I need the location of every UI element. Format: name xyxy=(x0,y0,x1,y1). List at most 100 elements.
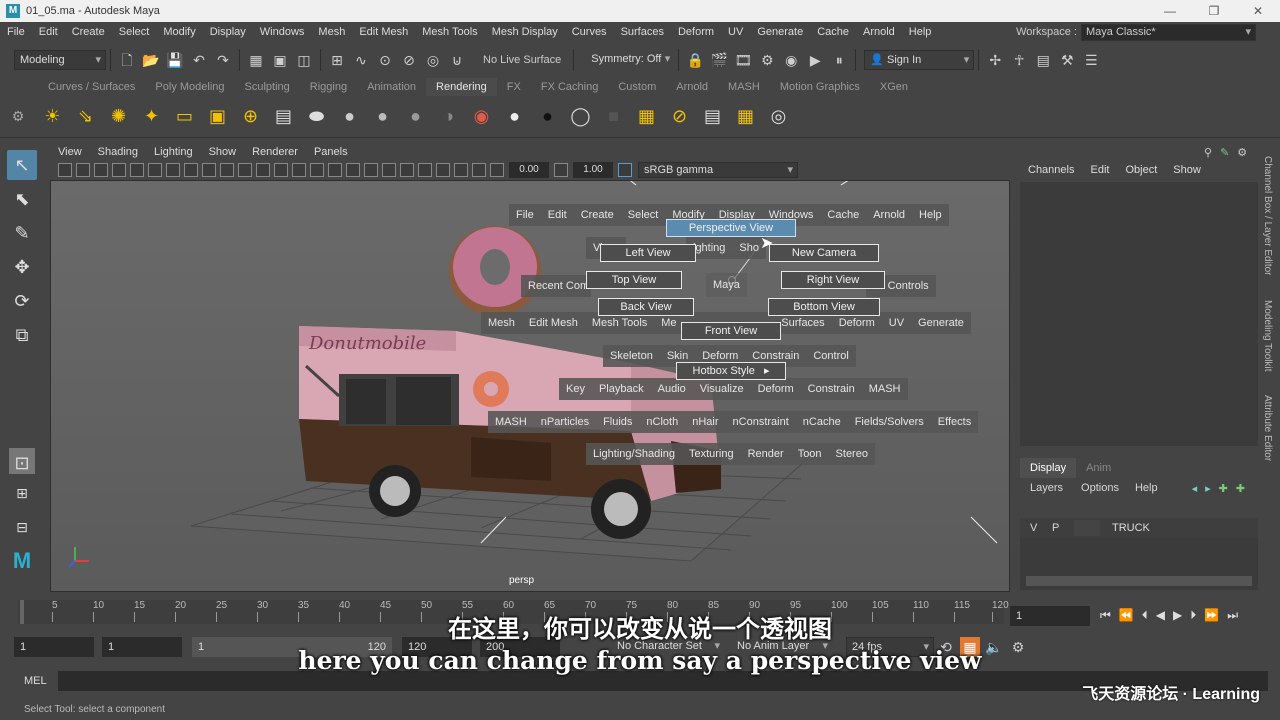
save-scene-icon[interactable]: 💾 xyxy=(165,50,185,70)
hotbox-stereo[interactable]: Stereo xyxy=(828,443,875,465)
volume-light-icon[interactable]: ▣ xyxy=(204,103,232,131)
move-layer-up-icon[interactable]: ◂ xyxy=(1192,482,1198,495)
menu-generate[interactable]: Generate xyxy=(750,22,810,42)
close-button[interactable]: ✕ xyxy=(1236,0,1280,22)
hotbox-key[interactable]: Key xyxy=(559,378,592,400)
hotbox-mesh[interactable]: Mesh xyxy=(481,312,522,334)
scale-tool-icon[interactable]: ⧉ xyxy=(7,320,37,350)
le-menu-layers[interactable]: Layers xyxy=(1020,482,1073,494)
hotbox-lighting-shading[interactable]: Lighting/Shading xyxy=(586,443,682,465)
hotbox-toon[interactable]: Toon xyxy=(790,443,829,465)
menu-mesh-display[interactable]: Mesh Display xyxy=(485,22,565,42)
tab-rendering[interactable]: Rendering xyxy=(426,78,497,96)
open-scene-icon[interactable]: 📂 xyxy=(141,50,161,70)
vp-menu-shading[interactable]: Shading xyxy=(90,144,146,160)
lasso-tool-icon[interactable]: ⬉ xyxy=(7,184,37,214)
vp-menu-lighting[interactable]: Lighting xyxy=(146,144,201,160)
top-view-button[interactable]: Top View xyxy=(586,271,682,289)
hotbox-effects[interactable]: Effects xyxy=(930,411,979,433)
layer-visible-toggle[interactable]: V xyxy=(1030,522,1052,534)
isolate-select-icon[interactable] xyxy=(418,163,432,177)
ipr-render-icon[interactable]: 🎞 xyxy=(733,50,753,70)
render-settings-shelf-icon[interactable]: ▤ xyxy=(699,103,727,131)
select-hierarchy-icon[interactable]: ▦ xyxy=(246,50,266,70)
tab-arnold[interactable]: Arnold xyxy=(666,78,718,96)
phonge-material-icon[interactable]: ● xyxy=(402,103,430,131)
lock-icon[interactable]: 🔒 xyxy=(685,50,705,70)
channel-box-area[interactable] xyxy=(1020,182,1258,446)
tab-custom[interactable]: Custom xyxy=(608,78,666,96)
anisotropic-material-icon[interactable]: ◑ xyxy=(435,103,463,131)
select-tool-icon[interactable]: ↖ xyxy=(7,150,37,180)
hotbox-select[interactable]: Select xyxy=(620,204,666,226)
hotbox-ncache[interactable]: nCache xyxy=(795,411,848,433)
color-management-icon[interactable] xyxy=(618,163,632,177)
vp-menu-view[interactable]: View xyxy=(50,144,90,160)
cb-settings-icon[interactable]: ⚙ xyxy=(1237,146,1247,159)
two-panes-icon[interactable]: ⊟ xyxy=(7,512,37,542)
gamma-field[interactable]: 1.00 xyxy=(573,162,613,178)
hotbox-playback[interactable]: Playback xyxy=(591,378,651,400)
hotbox-control[interactable]: Control xyxy=(806,345,856,367)
hotbox-texturing[interactable]: Texturing xyxy=(681,443,741,465)
right-view-button[interactable]: Right View xyxy=(781,271,885,289)
cb-key-icon[interactable]: ✎ xyxy=(1220,146,1229,159)
gamma-icon[interactable] xyxy=(554,163,568,177)
xray-joints-icon[interactable] xyxy=(454,163,468,177)
tab-display[interactable]: Display xyxy=(1020,458,1077,478)
resolution-gate-icon[interactable] xyxy=(148,163,162,177)
phong-material-icon[interactable]: ● xyxy=(369,103,397,131)
directional-light-icon[interactable]: ⇘ xyxy=(72,103,100,131)
camera-attributes-icon[interactable] xyxy=(58,163,72,177)
redo-icon[interactable]: ↷ xyxy=(213,50,233,70)
menu-windows[interactable]: Windows xyxy=(253,22,312,42)
snap-grid-icon[interactable]: ⊞ xyxy=(327,50,347,70)
hotbox-ncloth[interactable]: nCloth xyxy=(639,411,686,433)
hotbox-visualize[interactable]: Visualize xyxy=(692,378,751,400)
tab-sculpting[interactable]: Sculpting xyxy=(235,78,300,96)
hotbox-generate[interactable]: Generate xyxy=(911,312,971,334)
render-current-icon[interactable]: ▦ xyxy=(633,103,661,131)
tab-rigging[interactable]: Rigging xyxy=(300,78,357,96)
menu-create[interactable]: Create xyxy=(65,22,112,42)
hotbox-uv[interactable]: UV xyxy=(881,312,912,334)
hotbox-edit-mesh[interactable]: Edit Mesh xyxy=(521,312,585,334)
layer-playback-toggle[interactable]: P xyxy=(1052,522,1074,534)
le-menu-help[interactable]: Help xyxy=(1127,482,1166,494)
menu-cache[interactable]: Cache xyxy=(810,22,856,42)
tab-animation[interactable]: Animation xyxy=(357,78,426,96)
single-perspective-view-icon[interactable]: ⊡ xyxy=(9,448,35,474)
menu-edit-mesh[interactable]: Edit Mesh xyxy=(352,22,415,42)
paint-select-tool-icon[interactable]: ✎ xyxy=(7,218,37,248)
field-chart-icon[interactable] xyxy=(184,163,198,177)
mode-dropdown[interactable]: Modeling xyxy=(14,50,106,70)
motion-blur-icon[interactable] xyxy=(364,163,378,177)
render-icon[interactable]: 🎬 xyxy=(709,50,729,70)
film-gate-icon[interactable] xyxy=(130,163,144,177)
layout-icon[interactable]: ⊞ xyxy=(7,478,37,508)
perspective-view-button[interactable]: Perspective View xyxy=(666,219,796,237)
camera-icon[interactable]: ⊕ xyxy=(237,103,265,131)
hotbox-maya-center[interactable]: Maya xyxy=(706,273,747,297)
smooth-shade-icon[interactable] xyxy=(256,163,270,177)
hotbox-file[interactable]: File xyxy=(509,204,541,226)
hotbox-fx-mash[interactable]: MASH xyxy=(488,411,534,433)
hotbox-create[interactable]: Create xyxy=(573,204,621,226)
snap-curve-icon[interactable]: ∿ xyxy=(351,50,371,70)
vp-menu-renderer[interactable]: Renderer xyxy=(244,144,306,160)
safe-title-icon[interactable] xyxy=(220,163,234,177)
wireframe-on-shaded-icon[interactable] xyxy=(274,163,288,177)
maximize-button[interactable]: ❐ xyxy=(1192,0,1236,22)
point-light-icon[interactable]: ✺ xyxy=(105,103,133,131)
grid-toggle-icon[interactable] xyxy=(112,163,126,177)
exposure-field[interactable]: 0.00 xyxy=(509,162,549,178)
batch-render-icon[interactable]: ▦ xyxy=(732,103,760,131)
new-layer-icon[interactable]: ✚ xyxy=(1219,482,1228,495)
modeling-toolkit-icon[interactable]: ✢ xyxy=(985,50,1005,70)
xray-components-icon[interactable] xyxy=(472,163,486,177)
hotbox-render[interactable]: Render xyxy=(740,443,791,465)
hotbox-audio[interactable]: Audio xyxy=(650,378,693,400)
hotbox-edit[interactable]: Edit xyxy=(540,204,574,226)
mel-label[interactable]: MEL xyxy=(0,675,50,687)
move-layer-down-icon[interactable]: ▸ xyxy=(1205,482,1211,495)
